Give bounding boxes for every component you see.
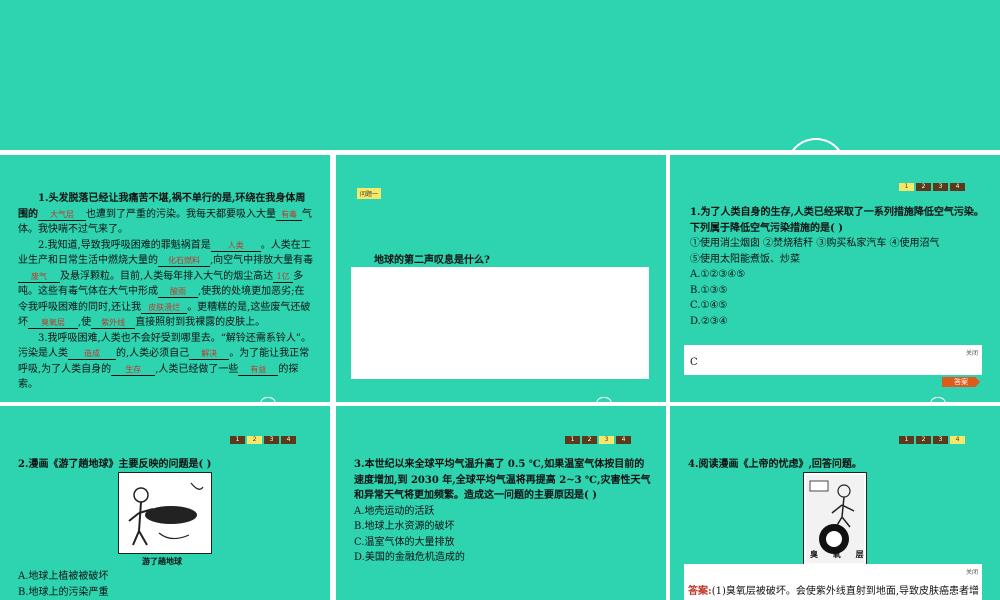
answer-text: 答案:(1)臭氧层被破坏。会使紫外线直射到地面,导致皮肤癌患者增 xyxy=(688,586,980,597)
blank-answer: 紫外线 xyxy=(91,317,136,329)
option-d: D.②③④ xyxy=(690,315,728,327)
option-c: C.①④⑤ xyxy=(690,300,728,311)
nav-page-2[interactable]: 2 xyxy=(582,436,597,444)
answer-button[interactable]: 答案 xyxy=(942,377,980,387)
blank-answer: 臭氧层 xyxy=(28,317,78,329)
fill-in-passage: 1.头发脱落已经让我痛苦不堪,祸不单行的是,环绕在我身体周围的 大气层 也遭到了严重… xyxy=(18,193,314,390)
option-a: A.①②③④⑤ xyxy=(690,269,746,280)
answer-area xyxy=(351,267,649,379)
cartoon-caption: 游了趟地球 xyxy=(142,556,182,566)
blank-answer: 有益 xyxy=(238,364,279,376)
option-d: D.美国的金融危机造成的 xyxy=(354,552,465,563)
blank-answer: 1亿 xyxy=(273,271,294,283)
decor-arch xyxy=(596,397,612,405)
close-button[interactable]: 关闭 xyxy=(966,567,978,576)
blank-answer: 生存 xyxy=(111,364,156,376)
question-block: 1.为了人类自身的生存,人类已经采取了一系列措施降低空气污染。下列属于降低空气污… xyxy=(690,205,986,329)
answer-panel: 关闭 答案:(1)臭氧层被破坏。会使紫外线直射到地面,导致皮肤癌患者增 xyxy=(684,564,982,600)
blank-answer: 废气 xyxy=(18,271,60,283)
question-text: 4.阅读漫画《上帝的忧虑》,回答问题。 xyxy=(688,459,862,470)
nav-page-1[interactable]: 1 xyxy=(899,183,914,191)
nav-page-4[interactable]: 4 xyxy=(281,436,296,444)
nav-page-2[interactable]: 2 xyxy=(916,183,931,191)
page-nav: 1 2 3 4 xyxy=(230,436,296,444)
option-b: B.①③⑤ xyxy=(690,284,728,296)
top-banner xyxy=(0,0,1000,150)
decor-arch xyxy=(260,397,276,405)
nav-page-2[interactable]: 2 xyxy=(247,436,262,444)
nav-page-1[interactable]: 1 xyxy=(565,436,580,444)
nav-page-4[interactable]: 4 xyxy=(950,436,965,444)
option-a: A.地壳运动的活跃 xyxy=(354,505,435,517)
question-tag[interactable]: 问题一 xyxy=(357,188,382,199)
blank-answer: 皮肤溃烂 xyxy=(141,302,188,314)
nav-page-3[interactable]: 3 xyxy=(599,436,614,444)
nav-page-3[interactable]: 3 xyxy=(264,436,279,444)
option-b: B.地球上水资源的破坏 xyxy=(354,521,455,532)
blank-answer: 酸雨 xyxy=(158,286,198,298)
cartoon-image: 臭 氧 层 xyxy=(803,472,867,566)
slide-3: 1.为了人类自身的生存,人类已经采取了一系列措施降低空气污染。下列属于降低空气污… xyxy=(670,155,1000,402)
page-nav: 1 2 3 4 xyxy=(899,183,965,191)
cartoon-image xyxy=(118,472,212,554)
blank-answer: 大气层 xyxy=(38,209,86,221)
question-block: 3.本世纪以来全球平均气温升高了 0.5 ℃,如果温室气体按目前的速度增加,到 … xyxy=(354,457,652,566)
slide-1: 1.头发脱落已经让我痛苦不堪,祸不单行的是,环绕在我身体周围的 大气层 也遭到了严重… xyxy=(0,155,330,402)
page-nav: 1 2 3 4 xyxy=(565,436,631,444)
nav-page-1[interactable]: 1 xyxy=(230,436,245,444)
option-a: A.地球上植被被破坏 xyxy=(18,571,109,582)
question-text: 2.漫画《游了趟地球》主要反映的问题是( ) xyxy=(18,459,212,470)
nav-page-1[interactable]: 1 xyxy=(899,436,914,444)
nav-page-3[interactable]: 3 xyxy=(933,183,948,191)
close-button[interactable]: 关闭 xyxy=(966,348,978,357)
blank-answer: 人类 xyxy=(210,240,261,252)
option-c: C.温室气体的大量排放 xyxy=(354,536,455,548)
blank-answer: 有毒 xyxy=(276,209,302,221)
options: A.地球上植被被破坏 B.地球上的污染严重 xyxy=(18,569,318,600)
page-nav: 1 2 3 4 xyxy=(899,436,965,444)
cartoon-label: 臭 氧 层 xyxy=(810,549,870,559)
nav-page-2[interactable]: 2 xyxy=(916,436,931,444)
nav-page-3[interactable]: 3 xyxy=(933,436,948,444)
cartoon-drawing xyxy=(128,482,204,546)
decor-arch xyxy=(930,397,946,405)
answer-value: C xyxy=(690,357,698,368)
blank-answer: 造成 xyxy=(68,348,116,360)
nav-page-4[interactable]: 4 xyxy=(950,183,965,191)
blank-answer: 化石燃料 xyxy=(158,255,210,267)
option-b: B.地球上的污染严重 xyxy=(18,586,109,598)
slide-2: 地球的第二声叹息是什么? xyxy=(336,155,666,402)
answer-panel: 关闭 C xyxy=(684,345,982,375)
nav-page-4[interactable]: 4 xyxy=(616,436,631,444)
blank-answer: 解决 xyxy=(189,348,230,360)
